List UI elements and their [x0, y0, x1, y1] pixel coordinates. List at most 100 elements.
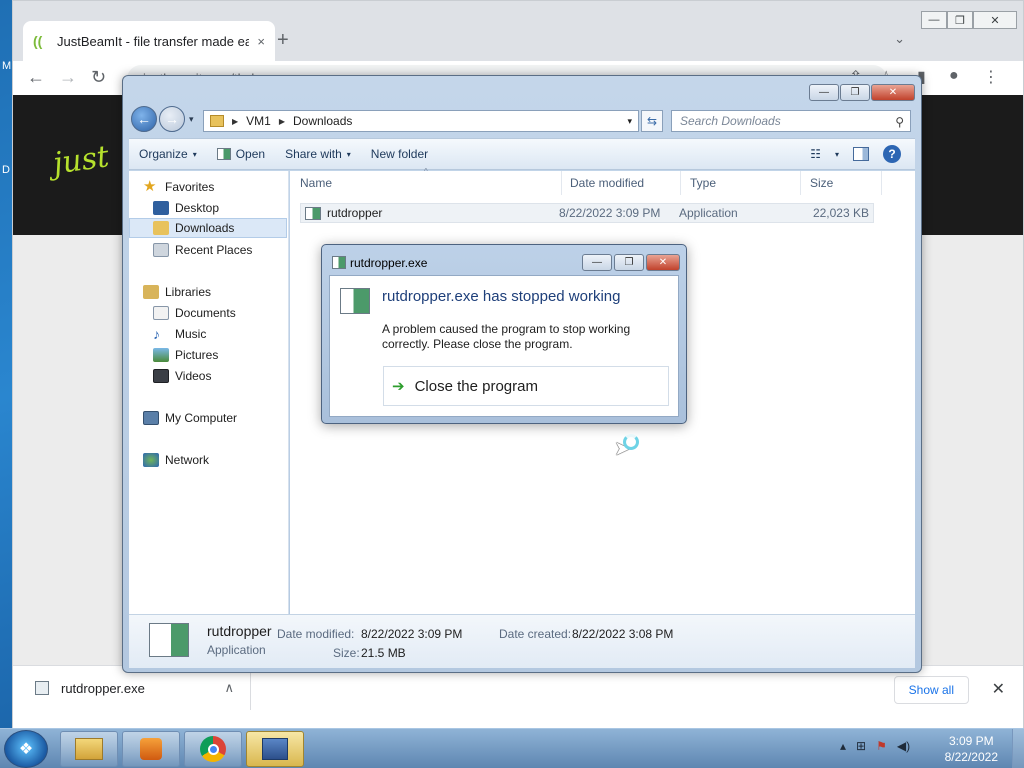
nav-favorites[interactable]: ★ Favorites: [143, 177, 301, 197]
date-created-label: Date created:: [499, 627, 572, 641]
new-tab-button[interactable]: +: [277, 29, 289, 52]
forward-arrow-icon[interactable]: →: [159, 106, 185, 132]
tab-justbeamit[interactable]: (( JustBeamIt - file transfer made ea ×: [23, 21, 275, 61]
show-hidden-icons-icon[interactable]: ▴: [840, 739, 846, 753]
chevron-down-icon[interactable]: ▾: [835, 150, 839, 159]
nav-documents[interactable]: Documents: [153, 303, 311, 323]
column-header-size[interactable]: Size: [800, 171, 882, 195]
clock-date: 8/22/2022: [944, 750, 998, 764]
minimize-button[interactable]: —: [921, 11, 947, 29]
reload-icon[interactable]: ↻: [91, 67, 106, 88]
clock[interactable]: 3:09 PM 8/22/2022: [945, 733, 998, 765]
network-icon[interactable]: ⊞: [856, 739, 866, 753]
breadcrumb-separator-icon[interactable]: ▶: [279, 117, 285, 126]
column-label: Type: [690, 176, 717, 190]
recent-pages-dropdown-icon[interactable]: ▾: [189, 114, 194, 125]
nav-videos[interactable]: Videos: [153, 366, 311, 386]
size-label: Size:: [333, 646, 360, 660]
column-header-date-modified[interactable]: Date modified: [560, 171, 681, 195]
open-button[interactable]: Open: [207, 147, 275, 161]
window-controls: — ❐ ✕: [921, 11, 1017, 29]
file-date: 8/22/2022 3:09 PM: [559, 206, 661, 220]
site-logo: just: [50, 139, 112, 182]
column-label: Date modified: [570, 176, 645, 190]
close-program-button[interactable]: ➔ Close the program: [383, 366, 669, 406]
nav-libraries[interactable]: Libraries: [143, 282, 301, 302]
download-file-name: rutdropper.exe: [61, 680, 145, 696]
nav-network[interactable]: Network: [143, 450, 301, 470]
new-folder-label: New folder: [370, 147, 429, 161]
file-type: Application: [679, 206, 738, 220]
navigation-pane: ★ Favorites Desktop Downloads Recent Pla…: [129, 171, 289, 614]
nav-my-computer[interactable]: My Computer: [143, 408, 301, 428]
breadcrumb-downloads[interactable]: Downloads: [293, 114, 352, 128]
help-icon[interactable]: ?: [883, 145, 901, 163]
volume-icon[interactable]: ◀): [897, 739, 910, 753]
minimize-button[interactable]: —: [809, 84, 839, 101]
back-arrow-icon[interactable]: ←: [27, 67, 45, 88]
open-label: Open: [235, 147, 266, 161]
refresh-icon[interactable]: ⇆: [641, 110, 663, 132]
close-button[interactable]: ✕: [973, 11, 1017, 29]
action-center-flag-icon[interactable]: ⚑: [876, 739, 887, 753]
restore-button[interactable]: ❐: [840, 84, 870, 101]
chevron-up-icon[interactable]: ∧: [224, 680, 234, 696]
restore-button[interactable]: ❐: [947, 11, 973, 29]
nav-label: Documents: [175, 306, 236, 320]
column-header-type[interactable]: Type: [680, 171, 801, 195]
back-arrow-icon[interactable]: ←: [131, 106, 157, 132]
nav-recent-places[interactable]: Recent Places: [153, 240, 311, 260]
file-name: rutdropper: [327, 206, 383, 220]
breadcrumb-separator-icon[interactable]: ▶: [232, 117, 238, 126]
taskbar-error-reporting[interactable]: [246, 731, 304, 767]
computer-icon: [143, 411, 159, 425]
search-placeholder: Search Downloads: [680, 114, 781, 128]
new-folder-button[interactable]: New folder: [361, 147, 438, 161]
show-all-button[interactable]: Show all: [893, 676, 969, 704]
share-with-label: Share with: [285, 147, 342, 161]
show-desktop-button[interactable]: [1012, 729, 1024, 768]
taskbar-chrome[interactable]: [184, 731, 242, 767]
file-size: 22,023 KB: [812, 206, 869, 220]
application-icon: [305, 206, 321, 220]
tab-title: JustBeamIt - file transfer made ea: [57, 33, 250, 49]
search-icon[interactable]: ⚲: [895, 112, 904, 132]
tab-search-icon[interactable]: ⌄: [894, 31, 905, 47]
chevron-down-icon[interactable]: ▾: [627, 116, 632, 127]
restore-button[interactable]: ❐: [614, 254, 644, 271]
desktop-icon-fragment: D: [2, 164, 10, 176]
taskbar-explorer[interactable]: [60, 731, 118, 767]
close-program-label: Close the program: [414, 377, 538, 395]
preview-pane-icon[interactable]: [853, 147, 869, 161]
profile-icon[interactable]: ●: [949, 67, 959, 85]
error-report-icon: [262, 738, 288, 760]
forward-arrow-icon[interactable]: →: [59, 67, 77, 88]
nav-pictures[interactable]: Pictures: [153, 345, 311, 365]
menu-icon[interactable]: ⋮: [983, 67, 999, 87]
nav-label: Recent Places: [175, 243, 253, 257]
nav-downloads[interactable]: Downloads: [129, 218, 287, 238]
file-row[interactable]: rutdropper 8/22/2022 3:09 PM Application…: [300, 203, 874, 223]
organize-button[interactable]: Organize ▾: [129, 147, 207, 161]
breadcrumb-vm1[interactable]: VM1: [246, 114, 271, 128]
nav-music[interactable]: ♪ Music: [153, 324, 311, 344]
search-input[interactable]: Search Downloads ⚲: [671, 110, 911, 132]
address-bar[interactable]: ▶ VM1 ▶ Downloads ▾: [203, 110, 639, 132]
explorer-nav-buttons: ← → ▾: [131, 106, 194, 132]
libraries-icon: [143, 285, 159, 299]
minimize-button[interactable]: —: [582, 254, 612, 271]
taskbar-media-player[interactable]: [122, 731, 180, 767]
view-options-icon[interactable]: ☷: [810, 147, 821, 161]
start-button[interactable]: ❖: [4, 730, 48, 768]
close-icon[interactable]: ✕: [992, 679, 1005, 699]
size-value: 21.5 MB: [361, 646, 406, 660]
date-modified-value: 8/22/2022 3:09 PM: [361, 627, 463, 641]
system-tray: ▴ ⊞ ⚑ ◀): [840, 739, 910, 753]
command-bar-right: ☷ ▾ ?: [810, 145, 915, 163]
close-button[interactable]: ✕: [646, 254, 680, 271]
close-button[interactable]: ✕: [871, 84, 915, 101]
column-header-name[interactable]: Name ^: [290, 167, 562, 195]
tab-close-icon[interactable]: ×: [257, 34, 265, 49]
nav-desktop[interactable]: Desktop: [153, 198, 311, 218]
share-with-button[interactable]: Share with ▾: [275, 147, 361, 161]
